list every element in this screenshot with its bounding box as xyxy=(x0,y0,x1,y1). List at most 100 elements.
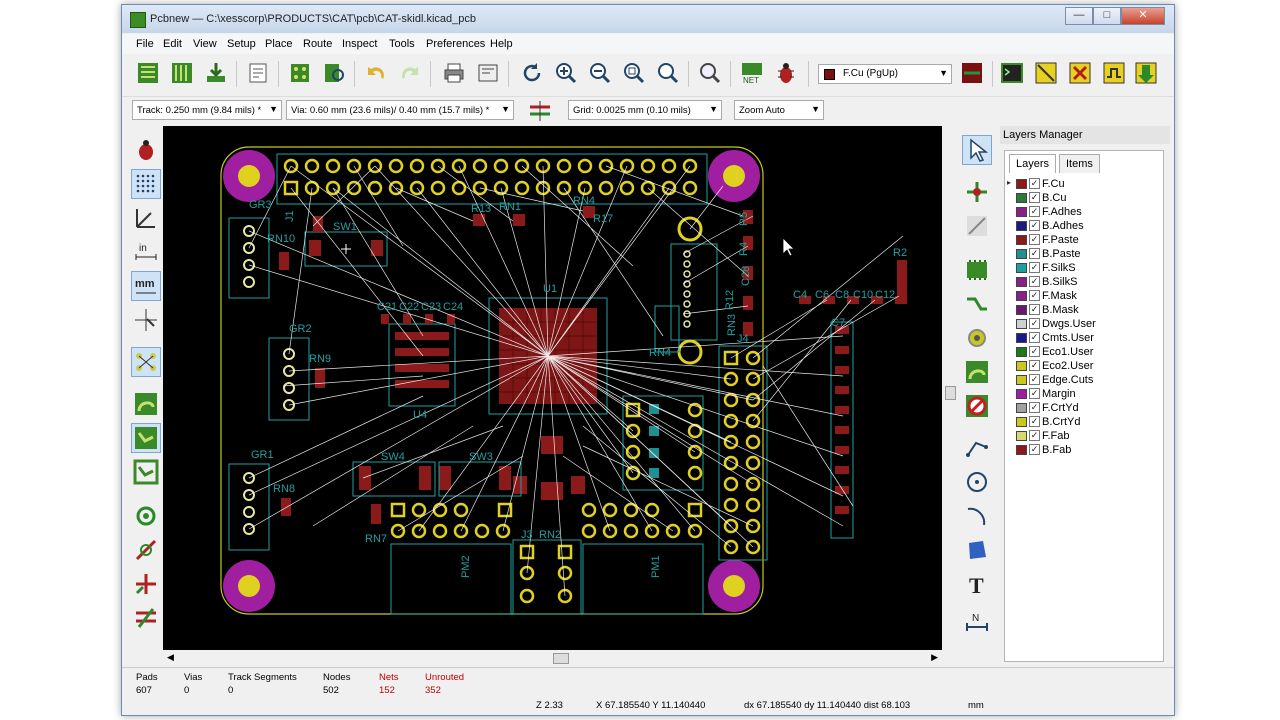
drc-button[interactable] xyxy=(772,59,800,87)
zoom-select[interactable]: Zoom Auto ▼ xyxy=(734,100,824,120)
layer-color-swatch[interactable] xyxy=(1016,263,1027,273)
layer-color-swatch[interactable] xyxy=(1016,361,1027,371)
tab-layers[interactable]: Layers xyxy=(1009,154,1057,173)
keepout-area-tool[interactable] xyxy=(962,391,992,421)
track-width-select[interactable]: Track: 0.250 mm (9.84 mils) * ▼ xyxy=(132,100,282,120)
select-tool[interactable] xyxy=(962,135,992,165)
interactive-router-button[interactable] xyxy=(1032,59,1060,87)
add-zone-tool[interactable] xyxy=(962,357,992,387)
new-board-button[interactable] xyxy=(134,59,162,87)
footprint-editor-button[interactable] xyxy=(286,59,314,87)
draw-polygon-tool[interactable] xyxy=(962,535,992,565)
layer-row[interactable]: ✓ Edge.Cuts xyxy=(1007,373,1161,387)
menu-inspect[interactable]: Inspect xyxy=(342,38,377,50)
mm-units-toggle[interactable]: mm xyxy=(131,271,161,301)
layer-row[interactable]: ✓ B.Cu xyxy=(1007,191,1161,205)
page-settings-button[interactable] xyxy=(244,59,272,87)
pcb-canvas[interactable]: GR3 J1 SW1 RN10 R13 RN1 RN4 R17 U1 GR2 R… xyxy=(163,126,942,650)
vertical-scroll-thumb[interactable] xyxy=(945,386,956,400)
layer-row[interactable]: ✓ Margin xyxy=(1007,387,1161,401)
zones-hidden-toggle[interactable] xyxy=(131,457,161,487)
zoom-out-button[interactable] xyxy=(586,59,614,87)
zones-filled-toggle[interactable] xyxy=(131,389,161,419)
zoom-fit-button[interactable] xyxy=(620,59,648,87)
layer-row[interactable]: ✓ B.Adhes xyxy=(1007,219,1161,233)
save-board-button[interactable] xyxy=(202,59,230,87)
add-dimension-tool[interactable]: N xyxy=(962,607,992,637)
layer-visibility-checkbox[interactable]: ✓ xyxy=(1029,416,1040,427)
layer-visibility-checkbox[interactable]: ✓ xyxy=(1029,178,1040,189)
layer-row[interactable]: ✓ Eco1.User xyxy=(1007,345,1161,359)
layer-row[interactable]: ✓ F.CrtYd xyxy=(1007,401,1161,415)
layer-visibility-checkbox[interactable]: ✓ xyxy=(1029,262,1040,273)
vertical-scrollbar[interactable] xyxy=(942,126,958,650)
via-sketch-toggle[interactable] xyxy=(131,535,161,565)
menu-edit[interactable]: Edit xyxy=(163,38,182,50)
layer-visibility-checkbox[interactable]: ✓ xyxy=(1029,402,1040,413)
drc-marker-toggle[interactable] xyxy=(131,135,161,165)
layer-row[interactable]: ✓ B.Mask xyxy=(1007,303,1161,317)
layer-color-swatch[interactable] xyxy=(1016,375,1027,385)
layer-visibility-checkbox[interactable]: ✓ xyxy=(1029,220,1040,231)
menu-help[interactable]: Help xyxy=(490,38,513,50)
add-via-tool[interactable] xyxy=(962,323,992,353)
zones-outline-toggle[interactable] xyxy=(131,423,161,453)
grid-toggle[interactable] xyxy=(131,169,161,199)
horizontal-scroll-thumb[interactable] xyxy=(553,653,569,664)
tab-items[interactable]: Items xyxy=(1059,154,1100,173)
layer-row[interactable]: ✓ B.SilkS xyxy=(1007,275,1161,289)
layer-pair-button[interactable] xyxy=(958,59,986,87)
show-ratsnest-toggle[interactable] xyxy=(131,347,161,377)
layer-visibility-checkbox[interactable]: ✓ xyxy=(1029,248,1040,259)
layer-visibility-checkbox[interactable]: ✓ xyxy=(1029,444,1040,455)
layer-row[interactable]: ✓ F.Mask xyxy=(1007,289,1161,303)
layer-color-swatch[interactable] xyxy=(1016,305,1027,315)
layer-color-swatch[interactable] xyxy=(1016,333,1027,343)
layer-color-swatch[interactable] xyxy=(1016,347,1027,357)
menu-preferences[interactable]: Preferences xyxy=(426,38,485,50)
layer-visibility-checkbox[interactable]: ✓ xyxy=(1029,276,1040,287)
layer-row[interactable]: ✓ F.Paste xyxy=(1007,233,1161,247)
pad-sketch-toggle[interactable] xyxy=(131,501,161,531)
inch-units-toggle[interactable]: in xyxy=(131,237,161,267)
layer-row[interactable]: ✓ Dwgs.User xyxy=(1007,317,1161,331)
layer-row[interactable]: ✓ Cmts.User xyxy=(1007,331,1161,345)
menu-file[interactable]: File xyxy=(136,38,154,50)
auto-track-width-button[interactable] xyxy=(526,97,554,125)
layer-row[interactable]: ✓ F.Adhes xyxy=(1007,205,1161,219)
layer-color-swatch[interactable] xyxy=(1016,221,1027,231)
update-pcb-button[interactable] xyxy=(1132,59,1160,87)
layer-visibility-checkbox[interactable]: ✓ xyxy=(1029,290,1040,301)
minimize-button[interactable]: — xyxy=(1065,7,1093,25)
menu-tools[interactable]: Tools xyxy=(389,38,415,50)
scroll-left-icon[interactable]: ◀ xyxy=(167,652,174,663)
undo-button[interactable] xyxy=(362,59,390,87)
draw-line-tool[interactable] xyxy=(962,433,992,463)
local-ratsnest-tool[interactable] xyxy=(962,211,992,241)
print-button[interactable] xyxy=(440,59,468,87)
read-netlist-button[interactable]: NET xyxy=(738,59,766,87)
layer-color-swatch[interactable] xyxy=(1016,319,1027,329)
highlight-net-tool[interactable] xyxy=(962,177,992,207)
redraw-button[interactable] xyxy=(518,59,546,87)
zoom-selection-button[interactable] xyxy=(654,59,682,87)
maximize-button[interactable]: □ xyxy=(1093,7,1121,25)
cursor-shape-toggle[interactable] xyxy=(131,305,161,335)
layer-color-swatch[interactable] xyxy=(1016,389,1027,399)
layer-color-swatch[interactable] xyxy=(1016,445,1027,455)
layer-color-swatch[interactable] xyxy=(1016,291,1027,301)
layer-row[interactable]: ✓ Eco2.User xyxy=(1007,359,1161,373)
layer-color-swatch[interactable] xyxy=(1016,403,1027,413)
layer-visibility-checkbox[interactable]: ✓ xyxy=(1029,374,1040,385)
polar-coords-toggle[interactable] xyxy=(131,203,161,233)
high-contrast-toggle[interactable] xyxy=(131,603,161,633)
track-sketch-toggle[interactable] xyxy=(131,569,161,599)
layer-row[interactable]: ✓ B.Paste xyxy=(1007,247,1161,261)
layer-color-swatch[interactable] xyxy=(1016,417,1027,427)
layer-visibility-checkbox[interactable]: ✓ xyxy=(1029,192,1040,203)
draw-circle-tool[interactable] xyxy=(962,467,992,497)
grid-select[interactable]: Grid: 0.0025 mm (0.10 mils) ▼ xyxy=(568,100,722,120)
layer-visibility-checkbox[interactable]: ✓ xyxy=(1029,304,1040,315)
open-board-button[interactable] xyxy=(168,59,196,87)
layer-color-swatch[interactable] xyxy=(1016,431,1027,441)
